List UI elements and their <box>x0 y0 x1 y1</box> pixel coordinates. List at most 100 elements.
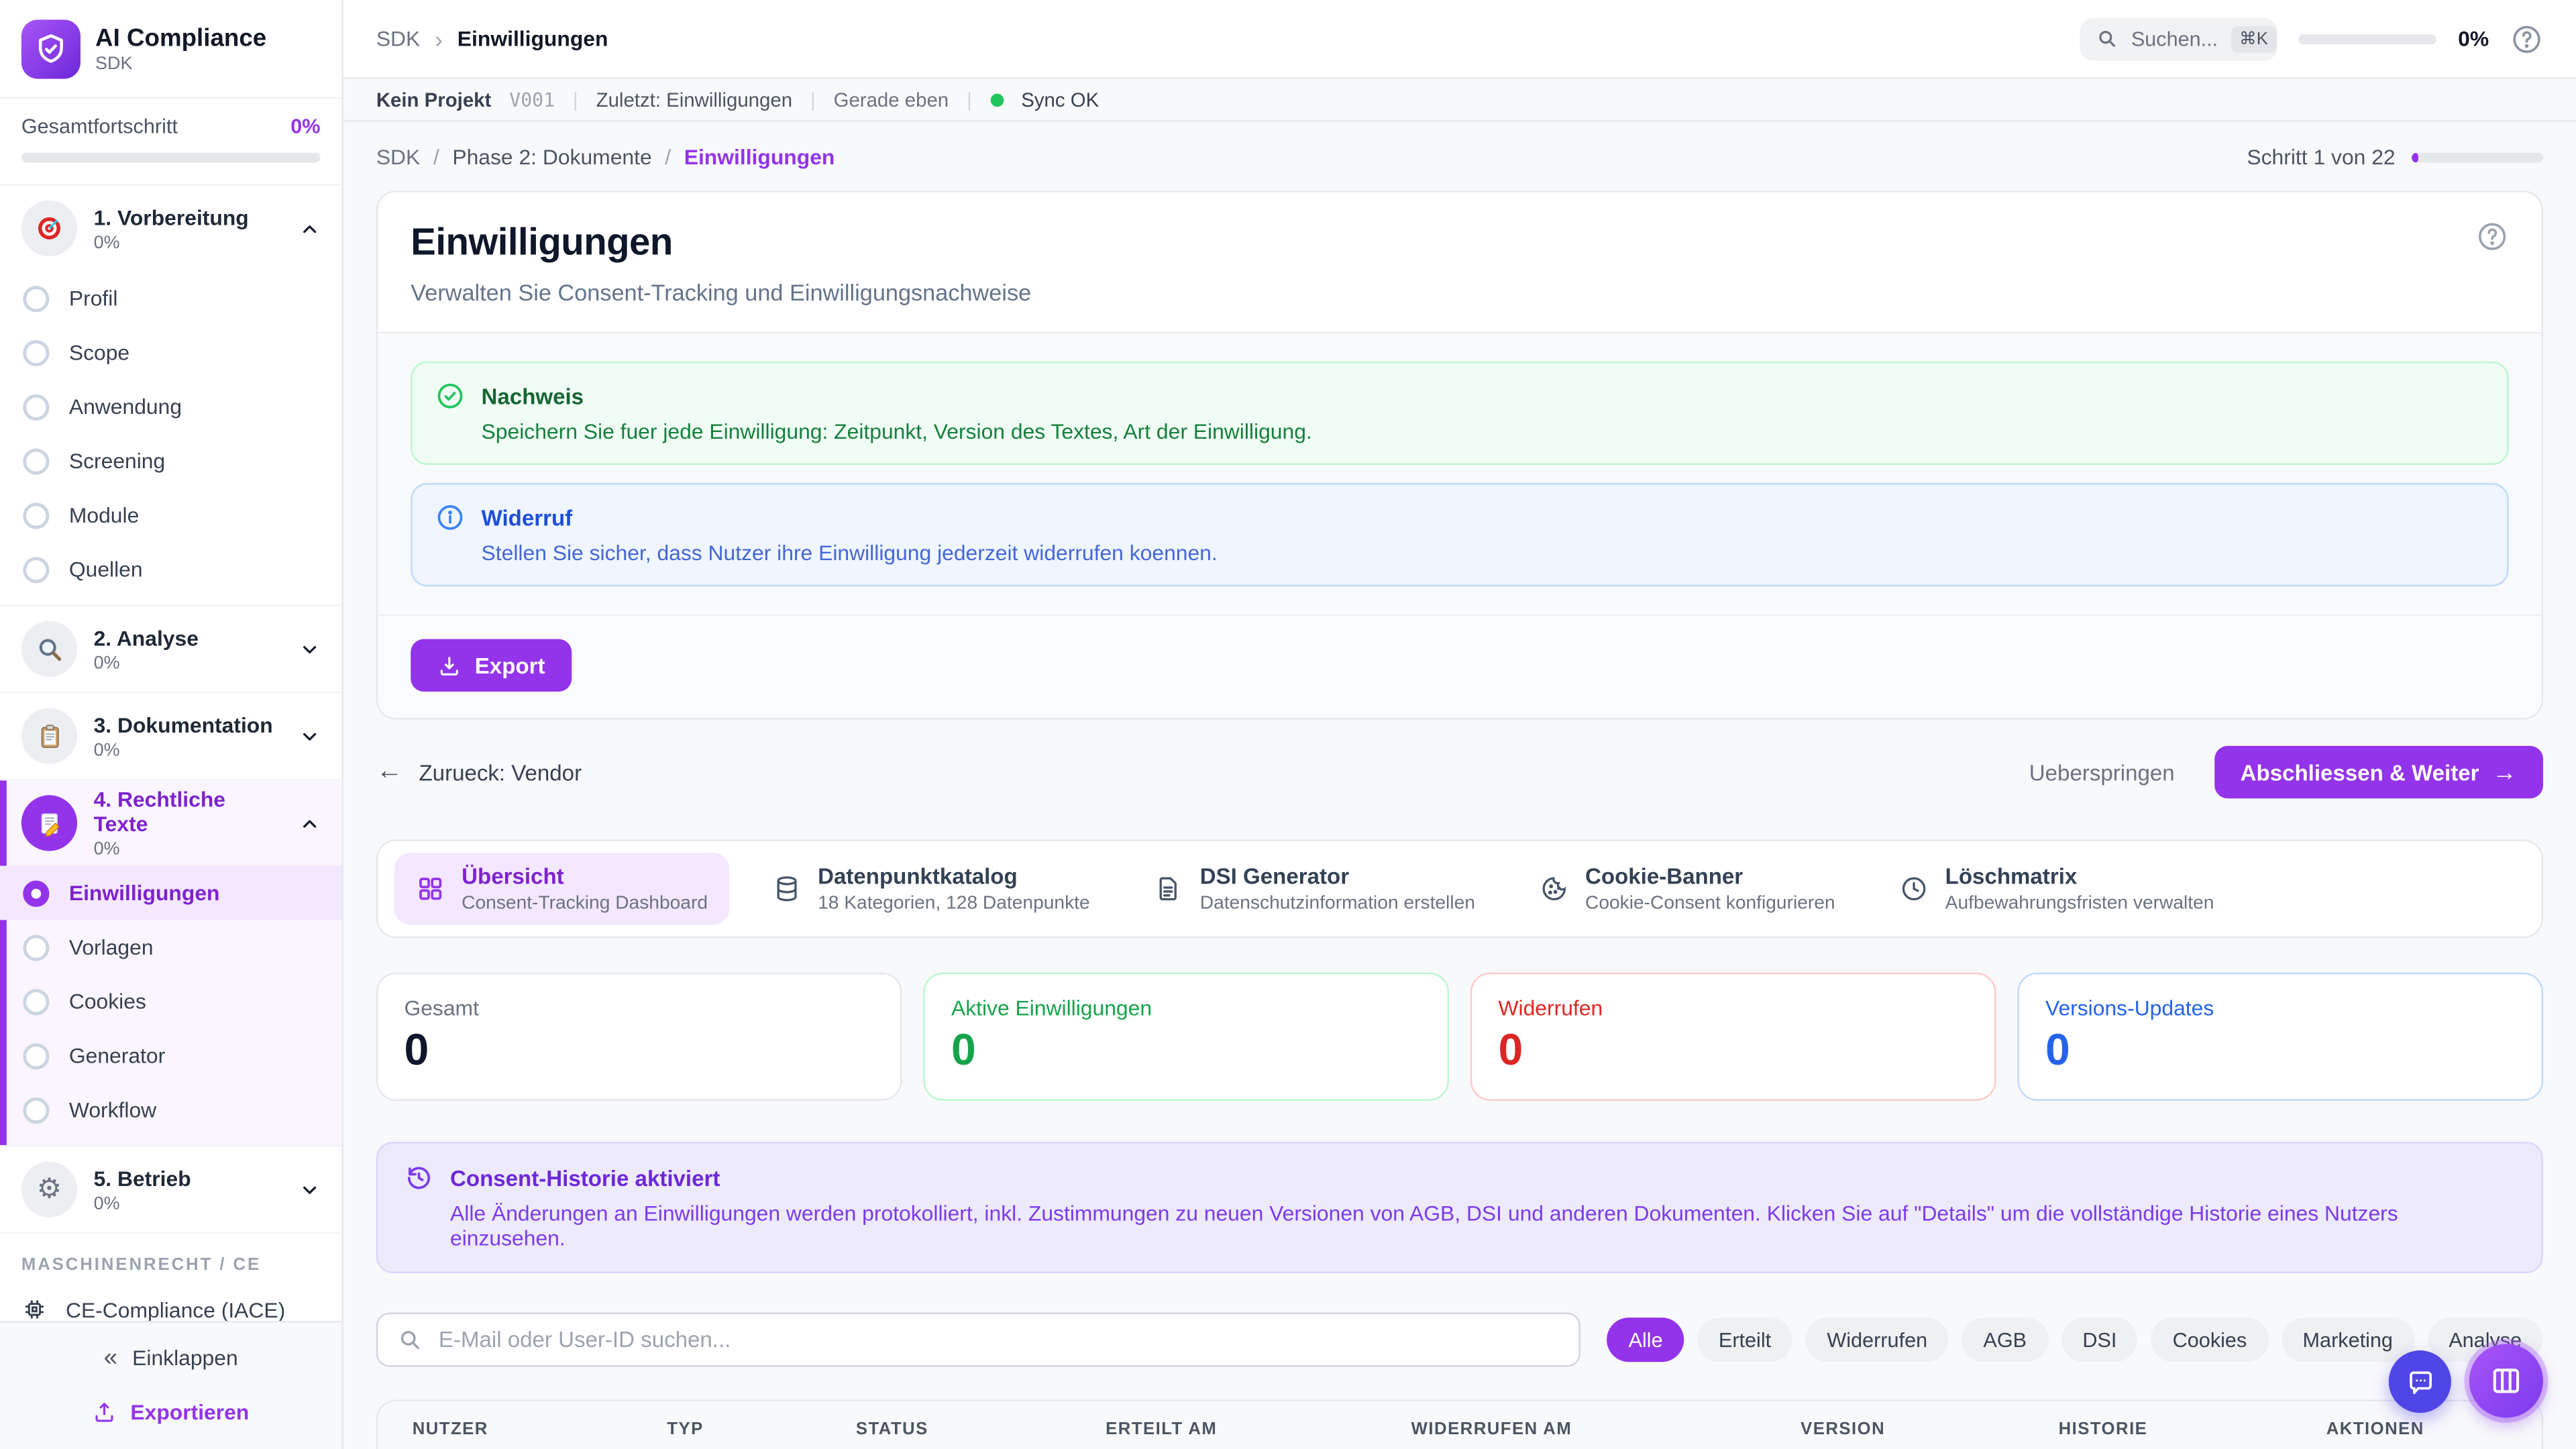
grid-icon <box>416 874 445 904</box>
sidebar-item-workflow[interactable]: Workflow <box>0 1083 341 1137</box>
step-progress-bar <box>2412 152 2543 162</box>
sidebar-item-vorlagen[interactable]: Vorlagen <box>0 920 341 974</box>
overall-progress-value: 0% <box>290 115 320 138</box>
sidebar-item-scope[interactable]: Scope <box>0 325 341 380</box>
radio-icon <box>23 556 49 582</box>
clock-icon <box>1899 874 1929 904</box>
chip-agb[interactable]: AGB <box>1962 1318 2048 1362</box>
double-chevron-left-icon: « <box>104 1344 117 1372</box>
chevron-up-icon <box>299 217 321 239</box>
sidebar-item-screening[interactable]: Screening <box>0 434 341 488</box>
sidebar-item-einwilligungen[interactable]: Einwilligungen <box>0 866 341 920</box>
chevron-right-icon: › <box>435 25 442 52</box>
global-search[interactable]: Suchen... ⌘K <box>2080 17 2277 60</box>
app-title-block: AI Compliance SDK <box>95 25 266 74</box>
page-header-card: Einwilligungen Verwalten Sie Consent-Tra… <box>376 191 2543 720</box>
filter-row: E-Mail oder User-ID suchen... Alle Ertei… <box>376 1313 2543 1367</box>
page-content: SDK / Phase 2: Dokumente / Einwilligunge… <box>343 121 2576 1449</box>
view-tabs: Übersicht Consent-Tracking Dashboard Dat… <box>376 839 2543 938</box>
sidebar-item-ce-compliance[interactable]: CE-Compliance (IACE) <box>0 1283 341 1321</box>
top-progress-bar <box>2299 34 2437 44</box>
columns-icon <box>2489 1364 2523 1398</box>
app-window: AI Compliance SDK Gesamtfortschritt 0% <box>0 0 2576 1449</box>
speech-bubble-icon <box>2404 1366 2436 1397</box>
section-header-vorbereitung[interactable]: 1. Vorbereitung 0% <box>0 186 341 271</box>
page-breadcrumb: SDK / Phase 2: Dokumente / Einwilligunge… <box>376 145 835 170</box>
breadcrumb-root[interactable]: SDK <box>376 26 420 51</box>
global-search-placeholder: Suchen... <box>2131 27 2218 50</box>
sidebar-item-module[interactable]: Module <box>0 488 341 542</box>
user-search-input[interactable]: E-Mail oder User-ID suchen... <box>376 1313 1581 1367</box>
stat-versions-updates: Versions-Updates 0 <box>2017 973 2543 1101</box>
radio-icon <box>23 339 49 366</box>
chevron-down-icon <box>299 725 321 747</box>
last-saved-time: Gerade eben <box>834 88 949 111</box>
tab-datenpunktkatalog[interactable]: Datenpunktkatalog 18 Kategorien, 128 Dat… <box>751 853 1112 925</box>
section-header-betrieb[interactable]: ⚙ 5. Betrieb 0% <box>0 1146 341 1232</box>
app-logo <box>21 19 80 78</box>
consent-history-banner: Consent-Historie aktiviert Alle Änderung… <box>376 1142 2543 1273</box>
stat-widerrufen: Widerrufen 0 <box>1470 973 1996 1101</box>
sidebar-section-analyse: 2. Analyse 0% <box>0 606 341 694</box>
stat-cards: Gesamt 0 Aktive Einwilligungen 0 Widerru… <box>376 973 2543 1101</box>
sidebar-group-label: MASCHINENRECHT / CE <box>0 1234 341 1283</box>
chip-erteilt[interactable]: Erteilt <box>1697 1318 1792 1362</box>
chip-marketing[interactable]: Marketing <box>2282 1318 2414 1362</box>
breadcrumb-current: Einwilligungen <box>458 26 608 51</box>
sidebar-item-anwendung[interactable]: Anwendung <box>0 380 341 434</box>
chip-dsi[interactable]: DSI <box>2061 1318 2139 1362</box>
sync-status: Sync OK <box>1021 88 1099 111</box>
chevron-up-icon <box>299 812 321 834</box>
sidebar-item-cookies[interactable]: Cookies <box>0 974 341 1028</box>
section-header-dokumentation[interactable]: 3. Dokumentation 0% <box>0 693 341 778</box>
tab-uebersicht[interactable]: Übersicht Consent-Tracking Dashboard <box>394 853 729 925</box>
stat-aktive-einwilligungen: Aktive Einwilligungen 0 <box>923 973 1449 1101</box>
tab-dsi-generator[interactable]: DSI Generator Datenschutzinformation ers… <box>1132 853 1496 925</box>
search-icon <box>398 1328 423 1352</box>
arrow-right-icon: → <box>2492 758 2517 786</box>
tab-loeschmatrix[interactable]: Löschmatrix Aufbewahrungsfristen verwalt… <box>1878 853 2235 925</box>
back-link[interactable]: ← Zurueck: Vendor <box>376 757 582 787</box>
main-area: SDK › Einwilligungen Suchen... ⌘K 0% <box>343 0 2576 1449</box>
shield-check-icon <box>33 32 69 68</box>
col-version: VERSION <box>1766 1419 2024 1438</box>
board-view-fab-button[interactable] <box>2469 1344 2543 1417</box>
crumb-sdk[interactable]: SDK <box>376 145 420 170</box>
finish-next-button[interactable]: Abschliessen & Weiter → <box>2214 746 2543 798</box>
info-circle-icon <box>435 502 465 532</box>
help-icon[interactable] <box>2510 22 2543 55</box>
col-historie: HISTORIE <box>2024 1419 2292 1438</box>
overall-progress-bar <box>21 153 321 163</box>
app-subtitle: SDK <box>95 54 266 74</box>
sidebar-section-dokumentation: 3. Dokumentation 0% <box>0 693 341 780</box>
sidebar-item-profil[interactable]: Profil <box>0 271 341 325</box>
tab-cookie-banner[interactable]: Cookie-Banner Cookie-Consent konfigurier… <box>1518 853 1857 925</box>
crumb-phase[interactable]: Phase 2: Dokumente <box>452 145 651 170</box>
document-icon <box>1154 874 1183 904</box>
chat-fab-button[interactable] <box>2389 1350 2451 1413</box>
card-help-icon[interactable] <box>2476 220 2509 253</box>
export-button[interactable]: Export <box>411 639 571 692</box>
radio-icon <box>23 934 49 960</box>
stat-gesamt: Gesamt 0 <box>376 973 902 1101</box>
skip-button[interactable]: Ueberspringen <box>2029 760 2175 785</box>
sidebar-item-generator[interactable]: Generator <box>0 1028 341 1083</box>
sidebar-nav: 1. Vorbereitung 0% Profil Scope <box>0 186 341 1321</box>
collapse-sidebar-button[interactable]: « Einklappen <box>19 1344 322 1372</box>
export-sidebar-button[interactable]: Exportieren <box>19 1400 322 1425</box>
user-search-placeholder: E-Mail oder User-ID suchen... <box>439 1328 731 1352</box>
page-title: Einwilligungen <box>411 220 1031 264</box>
chip-widerrufen[interactable]: Widerrufen <box>1806 1318 1949 1362</box>
chevron-down-icon <box>299 1179 321 1200</box>
sidebar-item-quellen[interactable]: Quellen <box>0 542 341 596</box>
col-status: STATUS <box>821 1419 1071 1438</box>
sidebar-section-vorbereitung: 1. Vorbereitung 0% Profil Scope <box>0 186 341 606</box>
project-version: V001 <box>509 88 555 111</box>
chip-alle[interactable]: Alle <box>1607 1318 1684 1362</box>
sync-status-dot <box>990 93 1004 106</box>
radio-icon <box>23 394 49 420</box>
cookie-icon <box>1539 874 1568 904</box>
chip-cookies[interactable]: Cookies <box>2151 1318 2268 1362</box>
section-header-rechtliche-texte[interactable]: 4. Rechtliche Texte 0% <box>0 780 341 865</box>
section-header-analyse[interactable]: 2. Analyse 0% <box>0 606 341 692</box>
